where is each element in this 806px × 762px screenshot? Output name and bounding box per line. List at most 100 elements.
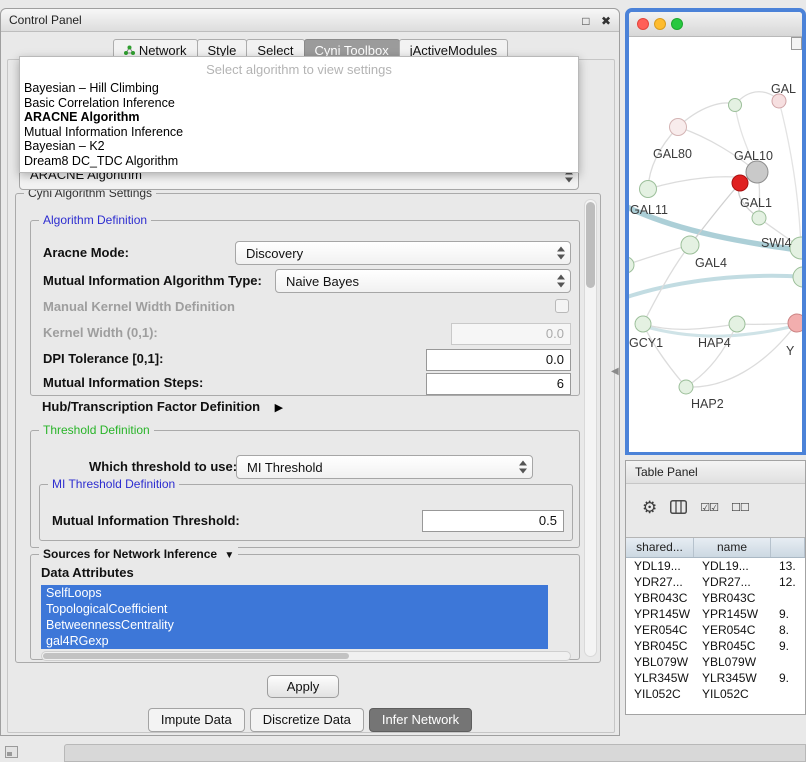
node-gal80[interactable] <box>670 119 687 136</box>
table-row[interactable]: YBL079W YBL079W <box>626 654 805 670</box>
settings-vertical-scrollbar[interactable] <box>584 199 597 657</box>
aracne-mode-select[interactable]: Discovery <box>235 241 571 265</box>
cell[interactable]: YBR043C <box>626 590 694 606</box>
list-item[interactable]: BetweennessCentrality <box>41 617 548 633</box>
dropdown-item[interactable]: Basic Correlation Inference <box>20 96 578 111</box>
cell[interactable]: YDR27... <box>626 574 694 590</box>
cell[interactable]: 9. <box>771 670 805 686</box>
sources-title-toggle[interactable]: Sources for Network Inference ▼ <box>39 547 238 563</box>
close-icon[interactable]: ✖ <box>601 14 611 28</box>
network-overview-box[interactable] <box>791 37 802 50</box>
table-row[interactable]: YDL19... YDL19... 13. <box>626 558 805 574</box>
cell[interactable]: 8. <box>771 622 805 638</box>
node-pink-right[interactable] <box>788 314 802 332</box>
cell[interactable]: YIL052C <box>626 686 694 702</box>
mi-steps-field[interactable]: 6 <box>426 373 571 395</box>
table-row[interactable]: YLR345W YLR345W 9. <box>626 670 805 686</box>
list-item[interactable]: gal4RGexp <box>41 633 548 649</box>
cell[interactable]: YBL079W <box>694 654 771 670</box>
cell[interactable]: 12. <box>771 574 805 590</box>
cell[interactable]: YDR27... <box>694 574 771 590</box>
manual-kernel-checkbox[interactable] <box>555 299 569 313</box>
zoom-traffic-light[interactable] <box>671 18 683 30</box>
cell[interactable]: YBR045C <box>694 638 771 654</box>
cell[interactable]: YBR045C <box>626 638 694 654</box>
dropdown-item-selected[interactable]: ARACNE Algorithm <box>20 110 578 125</box>
table-row[interactable]: YDR27... YDR27... 12. <box>626 574 805 590</box>
cell[interactable]: YER054C <box>626 622 694 638</box>
node-swi4[interactable] <box>790 237 802 259</box>
cell[interactable]: 13. <box>771 558 805 574</box>
column-header-clipped[interactable] <box>771 538 805 557</box>
data-attributes-list[interactable]: SelfLoops TopologicalCoefficient Between… <box>41 585 548 649</box>
node-gal-top[interactable] <box>772 94 786 108</box>
node-gcy1[interactable] <box>635 316 651 332</box>
cell[interactable]: YBR043C <box>694 590 771 606</box>
column-header-shared-name[interactable]: shared... <box>626 538 694 557</box>
list-item[interactable]: TopologicalCoefficient <box>41 601 548 617</box>
cell[interactable] <box>771 590 805 606</box>
which-threshold-select[interactable]: MI Threshold <box>236 455 533 479</box>
cell[interactable]: YER054C <box>694 622 771 638</box>
dpi-tolerance-field[interactable]: 0.0 <box>426 349 571 371</box>
table-panel-titlebar[interactable]: Table Panel <box>626 461 805 484</box>
cell[interactable]: YLR345W <box>626 670 694 686</box>
node-gal1[interactable] <box>752 211 766 225</box>
select-all-icon[interactable]: ☑☑ <box>700 501 718 514</box>
node-gal11[interactable] <box>640 181 657 198</box>
mi-algorithm-type-select[interactable]: Naive Bayes <box>275 269 571 293</box>
cell[interactable]: YLR345W <box>694 670 771 686</box>
cell[interactable]: YPR145W <box>626 606 694 622</box>
cell[interactable]: YDL19... <box>626 558 694 574</box>
minimize-traffic-light[interactable] <box>654 18 666 30</box>
cell[interactable] <box>771 654 805 670</box>
node-right-edge[interactable] <box>793 267 802 287</box>
table-row[interactable]: YIL052C YIL052C <box>626 686 805 702</box>
scrollbar-thumb[interactable] <box>586 202 595 288</box>
node-hap2[interactable] <box>679 380 693 394</box>
cell[interactable]: YIL052C <box>694 686 771 702</box>
dropdown-item[interactable]: Bayesian – Hill Climbing <box>20 81 578 96</box>
status-bar-icon[interactable] <box>5 746 18 758</box>
cell[interactable]: 9. <box>771 606 805 622</box>
cell[interactable] <box>771 686 805 702</box>
dropdown-item[interactable]: Dream8 DC_TDC Algorithm <box>20 154 578 169</box>
columns-icon[interactable] <box>670 500 687 514</box>
tab-discretize-data[interactable]: Discretize Data <box>250 708 364 732</box>
node-left-edge[interactable] <box>629 257 634 273</box>
threshold-definition-group: Threshold Definition Which threshold to … <box>30 430 580 548</box>
close-traffic-light[interactable] <box>637 18 649 30</box>
cell[interactable]: 9. <box>771 638 805 654</box>
hub-section-toggle[interactable]: Hub/Transcription Factor Definition ▶ <box>42 398 283 416</box>
network-canvas[interactable]: GAL GAL80 GAL10 GAL11 GAL1 SWI4 GAL4 GCY… <box>629 37 802 452</box>
control-panel-titlebar[interactable]: Control Panel □ ✖ <box>1 9 619 32</box>
tab-impute-data[interactable]: Impute Data <box>148 708 245 732</box>
table-row[interactable]: YER054C YER054C 8. <box>626 622 805 638</box>
network-window-titlebar[interactable] <box>629 12 802 37</box>
cell[interactable]: YBL079W <box>626 654 694 670</box>
table-row[interactable]: YBR043C YBR043C <box>626 590 805 606</box>
node-hap4[interactable] <box>729 316 745 332</box>
node-gal4[interactable] <box>681 236 699 254</box>
table-row[interactable]: YPR145W YPR145W 9. <box>626 606 805 622</box>
list-item[interactable]: SelfLoops <box>41 585 548 601</box>
tab-infer-network[interactable]: Infer Network <box>369 708 472 732</box>
node-gal10[interactable] <box>746 161 768 183</box>
dropdown-item[interactable]: Mutual Information Inference <box>20 125 578 140</box>
mi-threshold-field[interactable]: 0.5 <box>422 510 564 532</box>
gear-icon[interactable]: ⚙ <box>642 499 657 516</box>
cell[interactable]: YPR145W <box>694 606 771 622</box>
column-header-name[interactable]: name <box>694 538 771 557</box>
scrollbar-thumb[interactable] <box>43 653 349 659</box>
dropdown-item[interactable]: Bayesian – K2 <box>20 139 578 154</box>
deselect-all-icon[interactable]: ☐☐ <box>731 501 749 514</box>
apply-button[interactable]: Apply <box>267 675 339 698</box>
kernel-width-field[interactable]: 0.0 <box>451 323 571 345</box>
table-row[interactable]: YBR045C YBR045C 9. <box>626 638 805 654</box>
node-selected-red[interactable] <box>732 175 748 191</box>
cell[interactable]: YDL19... <box>694 558 771 574</box>
list-horizontal-scrollbar[interactable] <box>41 651 571 661</box>
panel-collapse-icon[interactable]: ◀ <box>611 366 619 377</box>
float-window-icon[interactable]: □ <box>582 14 589 28</box>
node-small-green-top[interactable] <box>729 99 742 112</box>
